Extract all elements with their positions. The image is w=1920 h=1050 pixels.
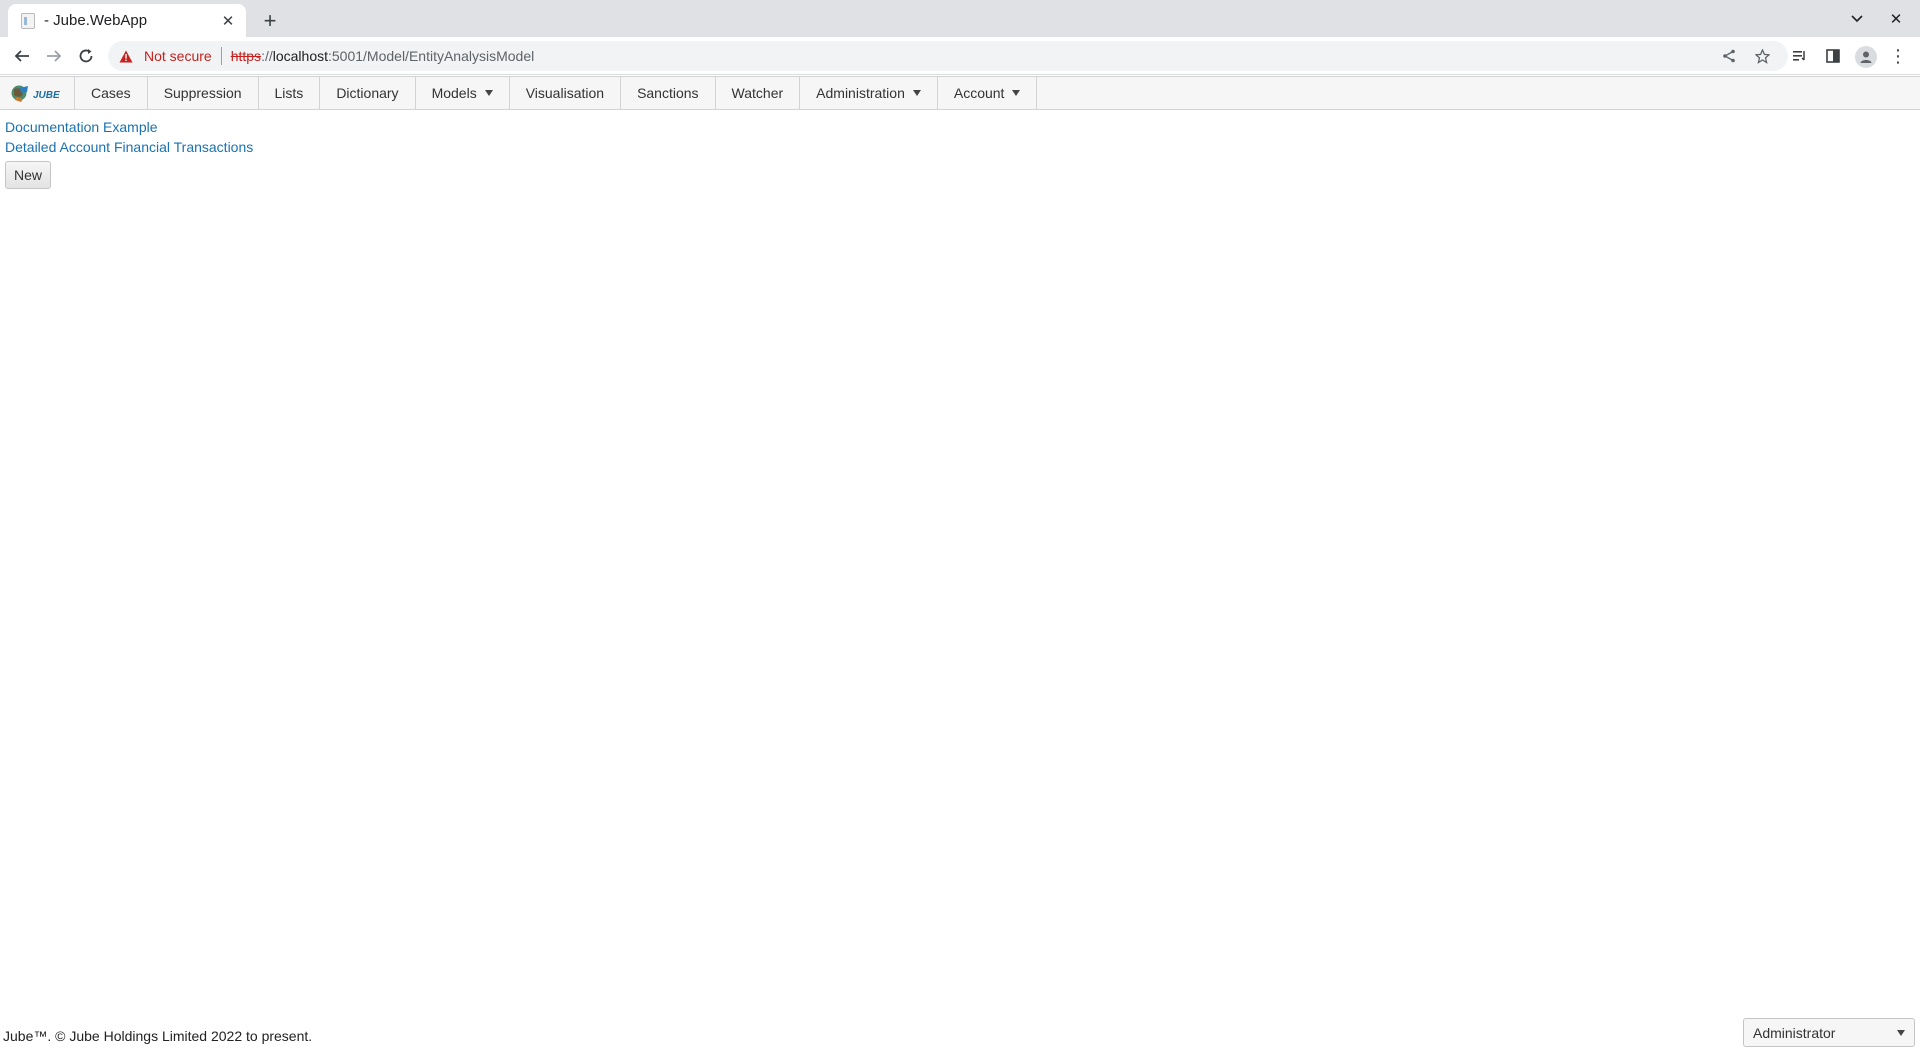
nav-label: Administration	[816, 85, 905, 101]
new-model-button[interactable]: New	[5, 161, 52, 189]
page-favicon-icon	[21, 12, 35, 29]
side-panel-icon[interactable]	[1820, 43, 1846, 69]
nav-label: Visualisation	[525, 85, 605, 101]
window-close-icon[interactable]: ✕	[1882, 6, 1910, 32]
nav-label: Watcher	[731, 85, 784, 101]
nav-lists[interactable]: Lists	[259, 77, 321, 109]
back-icon[interactable]	[8, 43, 36, 69]
nav-label: Suppression	[163, 85, 242, 101]
forward-icon[interactable]	[40, 43, 68, 69]
security-label[interactable]: Not secure	[144, 48, 212, 64]
browser-toolbar: Not secure https :// localhost :5001/Mod…	[0, 37, 1920, 75]
nav-account[interactable]: Account	[938, 77, 1037, 109]
caret-down-icon	[912, 90, 921, 96]
reading-list-icon[interactable]	[1787, 43, 1813, 69]
nav-cases[interactable]: Cases	[75, 77, 148, 109]
url-separator: ://	[261, 48, 273, 64]
profile-avatar-icon[interactable]	[1855, 46, 1877, 68]
nav-administration[interactable]: Administration	[800, 77, 938, 109]
nav-label: Dictionary	[336, 85, 399, 101]
bookmark-star-icon[interactable]	[1749, 43, 1775, 69]
tab-search-chevron-icon[interactable]	[1843, 6, 1871, 32]
url-scheme: https	[230, 48, 262, 64]
browser-menu-icon[interactable]: ⋮	[1885, 43, 1911, 69]
nav-watcher[interactable]: Watcher	[716, 77, 801, 109]
url-path: :5001/Model/EntityAnalysisModel	[328, 48, 535, 64]
nav-suppression[interactable]: Suppression	[148, 77, 259, 109]
role-select[interactable]: Administrator	[1743, 1018, 1915, 1047]
footer-copyright: Jube™. © Jube Holdings Limited 2022 to p…	[3, 1028, 313, 1044]
nav-label: Lists	[274, 85, 304, 101]
role-select-value: Administrator	[1753, 1024, 1836, 1041]
omnibox-divider	[220, 47, 222, 65]
model-link-detailed-account-financial-transactions[interactable]: Detailed Account Financial Transactions	[5, 137, 253, 157]
url-host: localhost	[272, 48, 328, 64]
nav-dictionary[interactable]: Dictionary	[320, 77, 416, 109]
nav-label: Sanctions	[637, 85, 699, 101]
nav-models[interactable]: Models	[416, 77, 510, 109]
tab-title: - Jube.WebApp	[44, 12, 148, 29]
model-link-documentation-example[interactable]: Documentation Example	[5, 117, 253, 137]
app-menu-bar: JUBE Cases Suppression Lists Dictionary …	[0, 76, 1920, 110]
address-bar[interactable]: Not secure https :// localhost :5001/Mod…	[108, 41, 1788, 71]
tab-close-icon[interactable]: ✕	[216, 9, 240, 33]
caret-down-icon	[484, 90, 493, 96]
model-list: Documentation Example Detailed Account F…	[5, 117, 253, 189]
nav-label: Account	[953, 85, 1005, 101]
jube-logo[interactable]: JUBE	[0, 77, 75, 109]
logo-wordmark: JUBE	[33, 89, 60, 101]
browser-tab[interactable]: - Jube.WebApp ✕	[8, 4, 246, 37]
new-tab-icon[interactable]: +	[256, 7, 284, 35]
nav-visualisation[interactable]: Visualisation	[510, 77, 622, 109]
jube-logo-icon	[11, 84, 31, 102]
caret-down-icon	[1012, 90, 1021, 96]
nav-sanctions[interactable]: Sanctions	[621, 77, 716, 109]
nav-label: Models	[431, 85, 477, 101]
nav-label: Cases	[91, 85, 131, 101]
caret-down-icon	[1897, 1029, 1905, 1036]
reload-icon[interactable]	[72, 43, 100, 69]
browser-tab-strip: - Jube.WebApp ✕ + ✕	[0, 0, 1920, 37]
warning-icon[interactable]	[118, 48, 134, 64]
share-icon[interactable]	[1716, 43, 1742, 69]
